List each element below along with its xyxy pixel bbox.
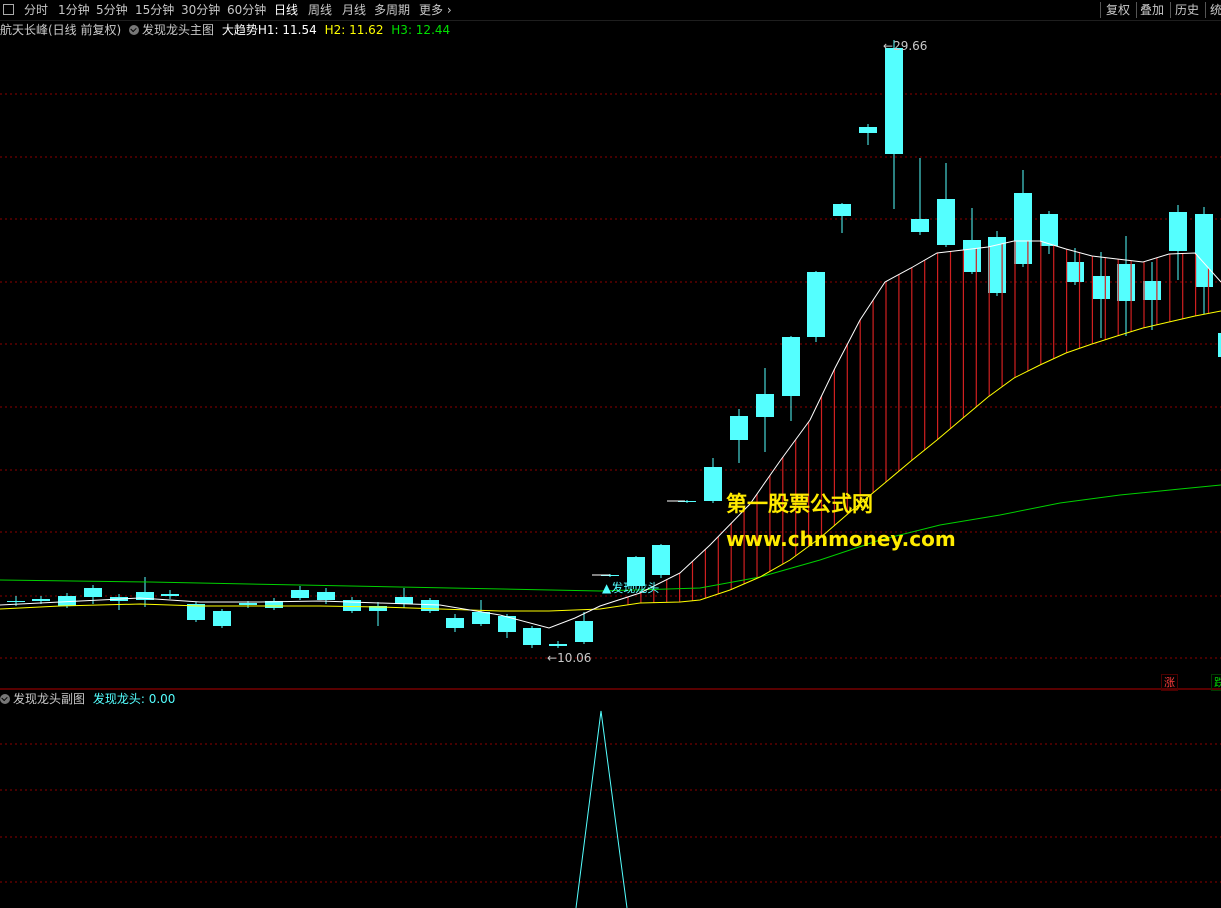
sub-chart-info: 发现龙头副图 发现龙头: 0.00 (0, 691, 175, 707)
stats-button[interactable]: 统 (1210, 2, 1221, 18)
watermark-url: www.chnmoney.com (726, 527, 956, 551)
candle-body (937, 199, 955, 245)
stock-title[interactable]: 航天长峰(日线 前复权) (0, 23, 121, 37)
candle-body (32, 599, 50, 601)
candle-body (161, 594, 179, 596)
period-toolbar: 分时 1分钟 5分钟 15分钟 30分钟 60分钟 日线 周线 月线 多周期 更… (0, 0, 1221, 21)
trend-label: 大趋势 (221, 23, 258, 37)
signal-spike-line (575, 710, 628, 908)
ma-yellow-line (0, 310, 1221, 612)
sub-indicator-value: 发现龙头: 0.00 (92, 692, 176, 706)
candle-body (1066, 262, 1084, 282)
toolbar-divider (1136, 2, 1137, 18)
h1-value: H1: 11.54 (257, 23, 317, 37)
candle-body (317, 592, 335, 600)
main-chart-info: 航天长峰(日线 前复权) 发现龙头主图 大趋势H1: 11.54 H2: 11.… (0, 22, 450, 38)
signal-label: ▲发现龙头 (602, 581, 660, 595)
arrow-left-icon: ← (883, 39, 894, 53)
candle-body (782, 337, 800, 396)
tab-multi-period[interactable]: 多周期 (374, 2, 410, 18)
high-price-label: 29.66 (893, 39, 928, 53)
sub-indicator-name: 发现龙头副图 (13, 692, 86, 706)
candle-body (704, 467, 722, 501)
tab-5min[interactable]: 5分钟 (96, 2, 128, 18)
candle-body (523, 628, 541, 645)
toolbar-divider (1170, 2, 1171, 18)
candle-body (472, 612, 490, 624)
down-tag[interactable]: 跌 (1211, 674, 1221, 691)
h3-value: H3: 12.44 (391, 23, 451, 37)
candle-body (807, 272, 825, 337)
restore-rights-button[interactable]: 复权 (1106, 2, 1130, 18)
candle-body (963, 240, 981, 272)
check-circle-icon (0, 694, 10, 704)
candle-body (549, 644, 567, 646)
toolbar-divider (1205, 2, 1206, 18)
toolbar-divider (1100, 2, 1101, 18)
low-price-label: 10.06 (557, 651, 592, 665)
candle-body (911, 219, 929, 232)
chevron-right-icon: › (446, 3, 452, 17)
window-box-icon[interactable] (3, 4, 14, 15)
candle-body (756, 394, 774, 417)
up-tag[interactable]: 涨 (1161, 674, 1178, 691)
candle-body (239, 603, 257, 605)
candle-body (395, 597, 413, 604)
candle-body (1143, 281, 1161, 300)
candle-body (1117, 264, 1135, 301)
h2-value: H2: 11.62 (324, 23, 384, 37)
candle-body (1040, 214, 1058, 246)
candle-body (291, 590, 309, 598)
candle-body (7, 601, 25, 602)
tab-60min[interactable]: 60分钟 (227, 2, 266, 18)
high-price-marker: ←29.66 (883, 39, 927, 53)
candle-body (833, 204, 851, 216)
candle-body (84, 588, 102, 597)
candle-body (1092, 276, 1110, 299)
tab-30min[interactable]: 30分钟 (181, 2, 220, 18)
watermark-title: 第一股票公式网 (726, 492, 873, 516)
ma-white-line (0, 240, 1221, 629)
sub-indicator-toggle[interactable]: 发现龙头副图 (0, 692, 85, 706)
kline-chart[interactable] (0, 0, 1221, 908)
low-price-marker: ←10.06 (547, 651, 591, 665)
arrow-left-icon: ← (547, 651, 558, 665)
tab-1min[interactable]: 1分钟 (58, 2, 90, 18)
candle-body (1014, 193, 1032, 264)
overlay-button[interactable]: 叠加 (1140, 2, 1164, 18)
tab-weekly[interactable]: 周线 (308, 2, 332, 18)
candle-body (213, 611, 231, 626)
tab-fenshi[interactable]: 分时 (24, 2, 48, 18)
tab-daily[interactable]: 日线 (274, 2, 298, 18)
indicator-toggle[interactable]: 发现龙头主图 (129, 23, 214, 37)
candle-body (1169, 212, 1187, 251)
candle-body (446, 618, 464, 628)
candle-body (885, 48, 903, 154)
candle-body (1195, 214, 1213, 287)
candle-body (859, 127, 877, 133)
tab-15min[interactable]: 15分钟 (135, 2, 174, 18)
main-indicator-name: 发现龙头主图 (142, 23, 215, 37)
candle-body (730, 416, 748, 440)
history-button[interactable]: 历史 (1175, 2, 1199, 18)
tab-monthly[interactable]: 月线 (342, 2, 366, 18)
candle-body (575, 621, 593, 642)
check-circle-icon (129, 25, 140, 35)
tab-more[interactable]: 更多 › (419, 2, 452, 18)
candle-body (652, 545, 670, 575)
